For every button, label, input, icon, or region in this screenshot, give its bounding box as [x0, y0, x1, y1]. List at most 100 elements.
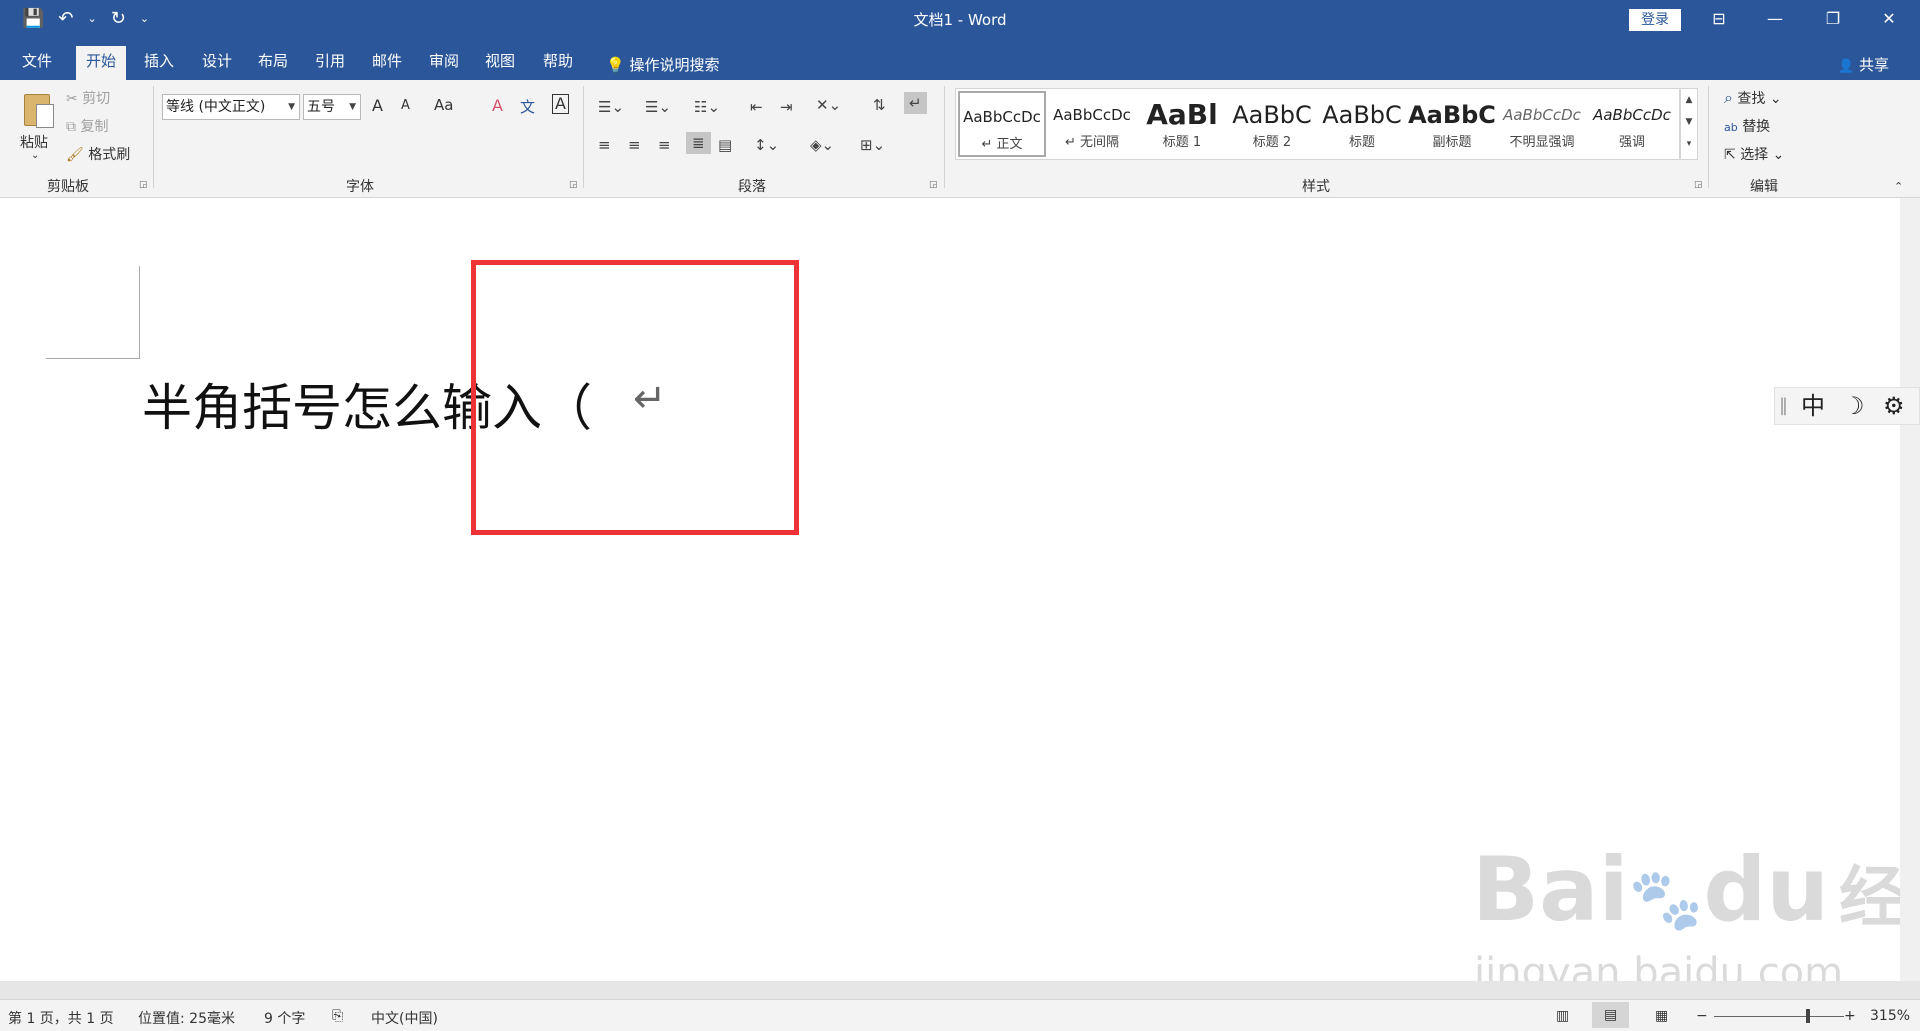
- style-title[interactable]: AaBbC 标题: [1318, 91, 1406, 157]
- document-canvas[interactable]: 半角括号怎么输入（ ↵ Bai🐾du经验 jingyan.baidu.com: [0, 198, 1920, 996]
- login-button[interactable]: 登录: [1629, 9, 1681, 31]
- zoom-slider-thumb[interactable]: [1806, 1009, 1810, 1023]
- tab-review[interactable]: 审阅: [423, 48, 465, 80]
- font-launcher-icon[interactable]: ◲: [569, 180, 578, 190]
- print-layout-icon[interactable]: ▤: [1592, 1002, 1630, 1028]
- language[interactable]: 中文(中国): [371, 1008, 438, 1028]
- style-emphasis[interactable]: AaBbCcDc 强调: [1588, 91, 1676, 157]
- select-button[interactable]: ⇱ 选择 ⌄: [1724, 144, 1784, 164]
- decrease-indent-button[interactable]: ⇤: [750, 98, 763, 116]
- align-left-button[interactable]: ≡: [598, 136, 611, 154]
- paste-button[interactable]: 粘贴: [20, 132, 48, 152]
- change-case-button[interactable]: Aa: [434, 96, 453, 114]
- format-painter-button[interactable]: 🖌 格式刷: [66, 144, 130, 164]
- styles-gallery-scroll[interactable]: ▲ ▼ ▾: [1680, 88, 1698, 160]
- style-normal[interactable]: AaBbCcDc ↵ 正文: [958, 91, 1046, 157]
- character-border-button[interactable]: A: [552, 94, 569, 114]
- cut-button[interactable]: ✂ 剪切: [66, 88, 110, 108]
- styles-launcher-icon[interactable]: ◲: [1694, 180, 1703, 190]
- collapse-ribbon-icon[interactable]: ⌃: [1894, 180, 1903, 193]
- tab-layout[interactable]: 布局: [252, 48, 294, 80]
- font-size-select[interactable]: 五号 ▼: [303, 94, 361, 120]
- style-subtle-emphasis[interactable]: AaBbCcDc 不明显强调: [1498, 91, 1586, 157]
- scissors-icon: ✂: [66, 91, 83, 107]
- tab-view[interactable]: 视图: [479, 48, 521, 80]
- align-right-button[interactable]: ≡: [658, 136, 671, 154]
- title-bar: 💾 ↶ ⌄ ↻ ⌄ 文档1 - Word 登录 ⊟ — ❐ ✕: [0, 0, 1920, 40]
- restore-button[interactable]: ❐: [1818, 6, 1848, 32]
- zoom-level[interactable]: 315%: [1870, 1008, 1910, 1024]
- shading-button[interactable]: ◈⌄: [810, 136, 834, 154]
- justify-button[interactable]: ≣: [686, 132, 711, 154]
- tell-me-search[interactable]: 💡 操作说明搜索: [606, 54, 719, 75]
- moon-icon[interactable]: ☽: [1843, 392, 1865, 420]
- tab-references[interactable]: 引用: [309, 48, 351, 80]
- ime-mode-button[interactable]: 中: [1801, 392, 1825, 420]
- sort-button[interactable]: ⇅: [873, 96, 886, 114]
- paw-icon: 🐾: [1628, 865, 1704, 935]
- divider: [944, 86, 945, 188]
- line-spacing-button[interactable]: ↕⌄: [754, 136, 779, 154]
- tell-me-label: 操作说明搜索: [629, 56, 720, 74]
- zoom-in-icon[interactable]: +: [1844, 1008, 1856, 1024]
- tab-insert[interactable]: 插入: [138, 48, 180, 80]
- style-subtitle[interactable]: AaBbC 副标题: [1408, 91, 1496, 157]
- tab-home[interactable]: 开始: [76, 46, 127, 80]
- magnifier-icon: ⌕: [1724, 88, 1733, 107]
- font-name-select[interactable]: 等线 (中文正文) ▼: [162, 94, 300, 120]
- margin-corner-mark: [139, 266, 140, 359]
- style-heading-1[interactable]: AaBl 标题 1: [1138, 91, 1226, 157]
- gear-icon[interactable]: ⚙: [1883, 392, 1905, 420]
- increase-indent-button[interactable]: ⇥: [780, 98, 793, 116]
- vertical-position: 位置值: 25毫米: [138, 1011, 235, 1027]
- ime-drag-handle[interactable]: ‖: [1779, 392, 1788, 420]
- divider: [153, 86, 154, 188]
- paragraph-launcher-icon[interactable]: ◲: [929, 180, 938, 190]
- zoom-slider[interactable]: [1714, 1016, 1844, 1017]
- style-no-spacing[interactable]: AaBbCcDc ↵ 无间隔: [1048, 91, 1136, 157]
- asian-layout-button[interactable]: ✕⌄: [816, 96, 841, 114]
- paste-dropdown-icon[interactable]: ⌄: [31, 150, 39, 161]
- vertical-scrollbar[interactable]: [1900, 198, 1920, 981]
- show-marks-button[interactable]: ↵: [904, 92, 927, 114]
- numbering-button[interactable]: ☰⌄: [645, 98, 671, 116]
- watermark-brand: Bai🐾du经验: [1472, 838, 1920, 941]
- tab-help[interactable]: 帮助: [537, 48, 579, 80]
- horizontal-scrollbar[interactable]: [0, 981, 1920, 999]
- bullets-button[interactable]: ☰⌄: [598, 98, 624, 116]
- zoom-out-icon[interactable]: −: [1696, 1008, 1708, 1024]
- web-layout-icon[interactable]: ▦: [1655, 1008, 1668, 1024]
- align-center-button[interactable]: ≡: [628, 136, 641, 154]
- styles-group-label: 样式: [1302, 179, 1330, 195]
- tab-design[interactable]: 设计: [196, 48, 238, 80]
- cursor-icon: ⇱: [1724, 147, 1736, 163]
- shrink-font-button[interactable]: A: [401, 98, 410, 113]
- minimize-button[interactable]: —: [1760, 6, 1790, 32]
- tab-file[interactable]: 文件: [16, 48, 58, 80]
- paragraph-group-label: 段落: [738, 179, 766, 195]
- multilevel-list-button[interactable]: ☷⌄: [694, 98, 720, 116]
- page-count[interactable]: 第 1 页，共 1 页: [8, 1008, 114, 1028]
- paste-icon[interactable]: [18, 88, 58, 132]
- lightbulb-icon: 💡: [606, 56, 625, 74]
- copy-button[interactable]: ⧉ 复制: [66, 116, 108, 136]
- read-mode-icon[interactable]: ▥: [1556, 1008, 1569, 1024]
- share-button[interactable]: 👤 共享: [1838, 54, 1889, 75]
- replace-button[interactable]: ab 替换: [1724, 116, 1770, 136]
- close-button[interactable]: ✕: [1874, 6, 1904, 32]
- tab-mailings[interactable]: 邮件: [366, 48, 408, 80]
- ribbon-display-options-icon[interactable]: ⊟: [1704, 6, 1734, 32]
- clipboard-launcher-icon[interactable]: ◲: [139, 180, 148, 190]
- find-button[interactable]: ⌕ 查找 ⌄: [1724, 88, 1782, 108]
- clear-formatting-button[interactable]: A: [492, 96, 503, 115]
- clipboard-group-label: 剪贴板: [47, 179, 89, 195]
- proofing-icon[interactable]: ⎘: [332, 1008, 343, 1024]
- brush-icon: 🖌: [66, 147, 84, 163]
- grow-font-button[interactable]: A: [372, 96, 383, 115]
- distributed-button[interactable]: ▤: [718, 136, 732, 154]
- phonetic-guide-button[interactable]: 文: [520, 96, 535, 117]
- borders-button[interactable]: ⊞⌄: [860, 136, 885, 154]
- style-heading-2[interactable]: AaBbC 标题 2: [1228, 91, 1316, 157]
- word-count[interactable]: 9 个字: [264, 1008, 305, 1028]
- status-bar: 第 1 页，共 1 页 位置值: 25毫米 9 个字 ⎘ 中文(中国) ▥ ▤ …: [0, 999, 1920, 1031]
